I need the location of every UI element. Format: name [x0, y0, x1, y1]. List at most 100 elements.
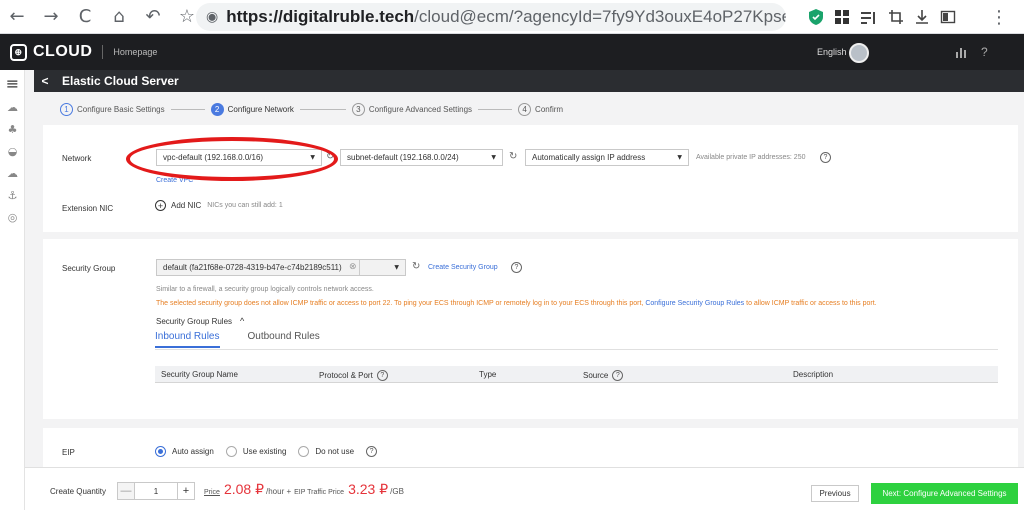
homepage-link[interactable]: Homepage: [113, 47, 157, 57]
forward-arrow-icon[interactable]: →: [38, 4, 64, 30]
add-nic-button[interactable]: + Add NIC NICs you can still add: 1: [155, 200, 283, 211]
tab-inbound-rules[interactable]: Inbound Rules: [155, 331, 220, 348]
shield-extension-icon[interactable]: [808, 8, 824, 26]
browser-toolbar: ← → C ⌂ ↶ ☆ ◉ https://digitalruble.tech /…: [0, 0, 1024, 34]
security-group-select[interactable]: default (fa21f68e-0728-4319-b47e-c74b218…: [156, 259, 406, 276]
wizard-stepper: 1 Configure Basic Settings 2 Configure N…: [60, 100, 563, 118]
eip-label: EIP: [62, 448, 75, 457]
step-number: 4: [518, 102, 532, 116]
rules-toggle[interactable]: Security Group Rules ^: [156, 316, 244, 326]
back-button[interactable]: <: [34, 74, 56, 88]
warning-tail-text: to allow ICMP traffic or access to this …: [746, 300, 877, 307]
add-nic-label: Add NIC: [171, 201, 202, 210]
step-connector: [170, 108, 205, 110]
url-path: /cloud@ecm/?agencyId=7fy9Yd3ouxE4oP27Kps…: [414, 7, 786, 26]
clear-selection-icon[interactable]: ⊗: [349, 262, 357, 272]
stats-icon[interactable]: [955, 46, 967, 58]
available-ip-text: Available private IP addresses: 250: [696, 154, 806, 161]
radio-do-not-use[interactable]: [298, 446, 310, 457]
refresh-security-group-icon[interactable]: ↻: [412, 261, 420, 272]
hamburger-menu-icon[interactable]: ≡: [0, 70, 25, 96]
radio-use-existing[interactable]: [225, 446, 237, 457]
create-security-group-link[interactable]: Create Security Group: [428, 264, 498, 271]
download-icon[interactable]: [914, 9, 930, 25]
radio-label: Use existing: [242, 447, 287, 456]
network-label: Network: [62, 154, 92, 163]
price-label[interactable]: Price: [204, 489, 220, 496]
app-header: ⊕ CLOUD Homepage English ?: [0, 34, 1024, 70]
help-icon[interactable]: ?: [981, 45, 988, 59]
bottom-action-bar: Create Quantity — 1 + Price 2.08 ₽ /hour…: [25, 467, 1024, 510]
security-group-value: default (fa21f68e-0728-4319-b47e-c74b218…: [163, 263, 342, 272]
logo-text: CLOUD: [33, 43, 93, 60]
step-connector: [299, 108, 346, 110]
page-title: Elastic Cloud Server: [62, 74, 179, 88]
help-icon[interactable]: ?: [612, 370, 624, 381]
history-icon[interactable]: ↶: [140, 4, 166, 30]
eip-radio-group: Auto assign Use existing Do not use ?: [155, 446, 378, 457]
step-advanced-settings[interactable]: 3 Configure Advanced Settings: [351, 102, 473, 116]
back-arrow-icon[interactable]: ←: [4, 4, 30, 30]
annotation-highlight-ellipse: [126, 137, 338, 181]
increase-quantity-button[interactable]: +: [177, 482, 195, 500]
step-label: Confirm: [535, 104, 564, 114]
column-description: Description: [793, 370, 833, 379]
rules-label: Security Group Rules: [156, 316, 233, 326]
configure-rules-link[interactable]: Configure Security Group Rules: [645, 300, 744, 307]
storage-icon[interactable]: ☁: [0, 162, 25, 184]
step-label: Configure Basic Settings: [77, 104, 165, 114]
user-avatar[interactable]: [849, 43, 869, 63]
browser-menu-icon[interactable]: ⋮: [986, 4, 1012, 30]
subnet-select-value: subnet-default (192.168.0.0/24): [347, 153, 459, 162]
cloud-logo[interactable]: ⊕ CLOUD: [10, 43, 92, 61]
language-selector[interactable]: English: [817, 47, 847, 57]
step-network[interactable]: 2 Configure Network: [210, 102, 294, 116]
cloud-service-icon[interactable]: ☁: [0, 96, 25, 118]
crop-icon[interactable]: [888, 9, 904, 25]
quantity-input[interactable]: 1: [135, 482, 177, 500]
radio-label: Do not use: [315, 447, 355, 456]
database-icon[interactable]: ◒: [0, 140, 25, 162]
next-button[interactable]: Next: Configure Advanced Settings: [871, 483, 1018, 504]
refresh-subnet-icon[interactable]: ↻: [509, 151, 517, 162]
anchor-icon[interactable]: ⚓: [0, 184, 25, 206]
cloud-logo-icon: ⊕: [10, 43, 27, 61]
column-security-group-name: Security Group Name: [161, 370, 238, 379]
reload-icon[interactable]: C: [72, 4, 98, 30]
help-icon[interactable]: ?: [366, 446, 378, 457]
radio-auto-assign[interactable]: [155, 446, 166, 457]
url-host: https://digitalruble.tech: [226, 7, 415, 26]
ip-assignment-select[interactable]: Automatically assign IP address ▼: [525, 149, 689, 166]
help-icon[interactable]: ?: [376, 370, 388, 381]
previous-button[interactable]: Previous: [811, 485, 859, 502]
create-quantity-label: Create Quantity: [50, 487, 107, 496]
home-icon[interactable]: ⌂: [106, 4, 132, 30]
rules-table-header: Security Group Name Protocol & Port? Typ…: [155, 366, 998, 383]
chevron-up-icon: ^: [240, 316, 245, 326]
chevron-down-icon: ▼: [394, 264, 399, 271]
column-protocol-port: Protocol & Port?: [319, 370, 388, 381]
decrease-quantity-button[interactable]: —: [117, 482, 135, 500]
tab-outbound-rules[interactable]: Outbound Rules: [248, 331, 320, 348]
column-source: Source?: [583, 370, 624, 381]
address-bar[interactable]: ◉ https://digitalruble.tech/cloud@ecm/?a…: [196, 3, 786, 31]
step-label: Configure Advanced Settings: [368, 104, 473, 114]
help-icon[interactable]: ?: [511, 262, 522, 273]
step-confirm[interactable]: 4 Confirm: [518, 102, 564, 116]
eip-price-unit: /GB: [390, 487, 404, 496]
step-connector: [478, 108, 513, 110]
step-number: 1: [60, 102, 73, 116]
sidepanel-icon[interactable]: [940, 9, 956, 25]
help-icon[interactable]: ?: [820, 152, 831, 163]
monitor-icon[interactable]: ◎: [0, 206, 25, 228]
price-unit: /hour +: [266, 487, 292, 496]
step-basic-settings[interactable]: 1 Configure Basic Settings: [60, 102, 165, 116]
reading-list-icon[interactable]: [860, 9, 878, 25]
grid-extension-icon[interactable]: [834, 9, 850, 25]
step-number: 3: [351, 102, 365, 116]
select-divider: [359, 260, 360, 275]
cluster-icon[interactable]: ♣: [0, 118, 25, 140]
site-info-icon[interactable]: ◉: [206, 9, 218, 25]
price-summary: Price 2.08 ₽ /hour + EIP Traffic Price 3…: [204, 481, 404, 498]
subnet-select[interactable]: subnet-default (192.168.0.0/24) ▼: [340, 149, 503, 166]
